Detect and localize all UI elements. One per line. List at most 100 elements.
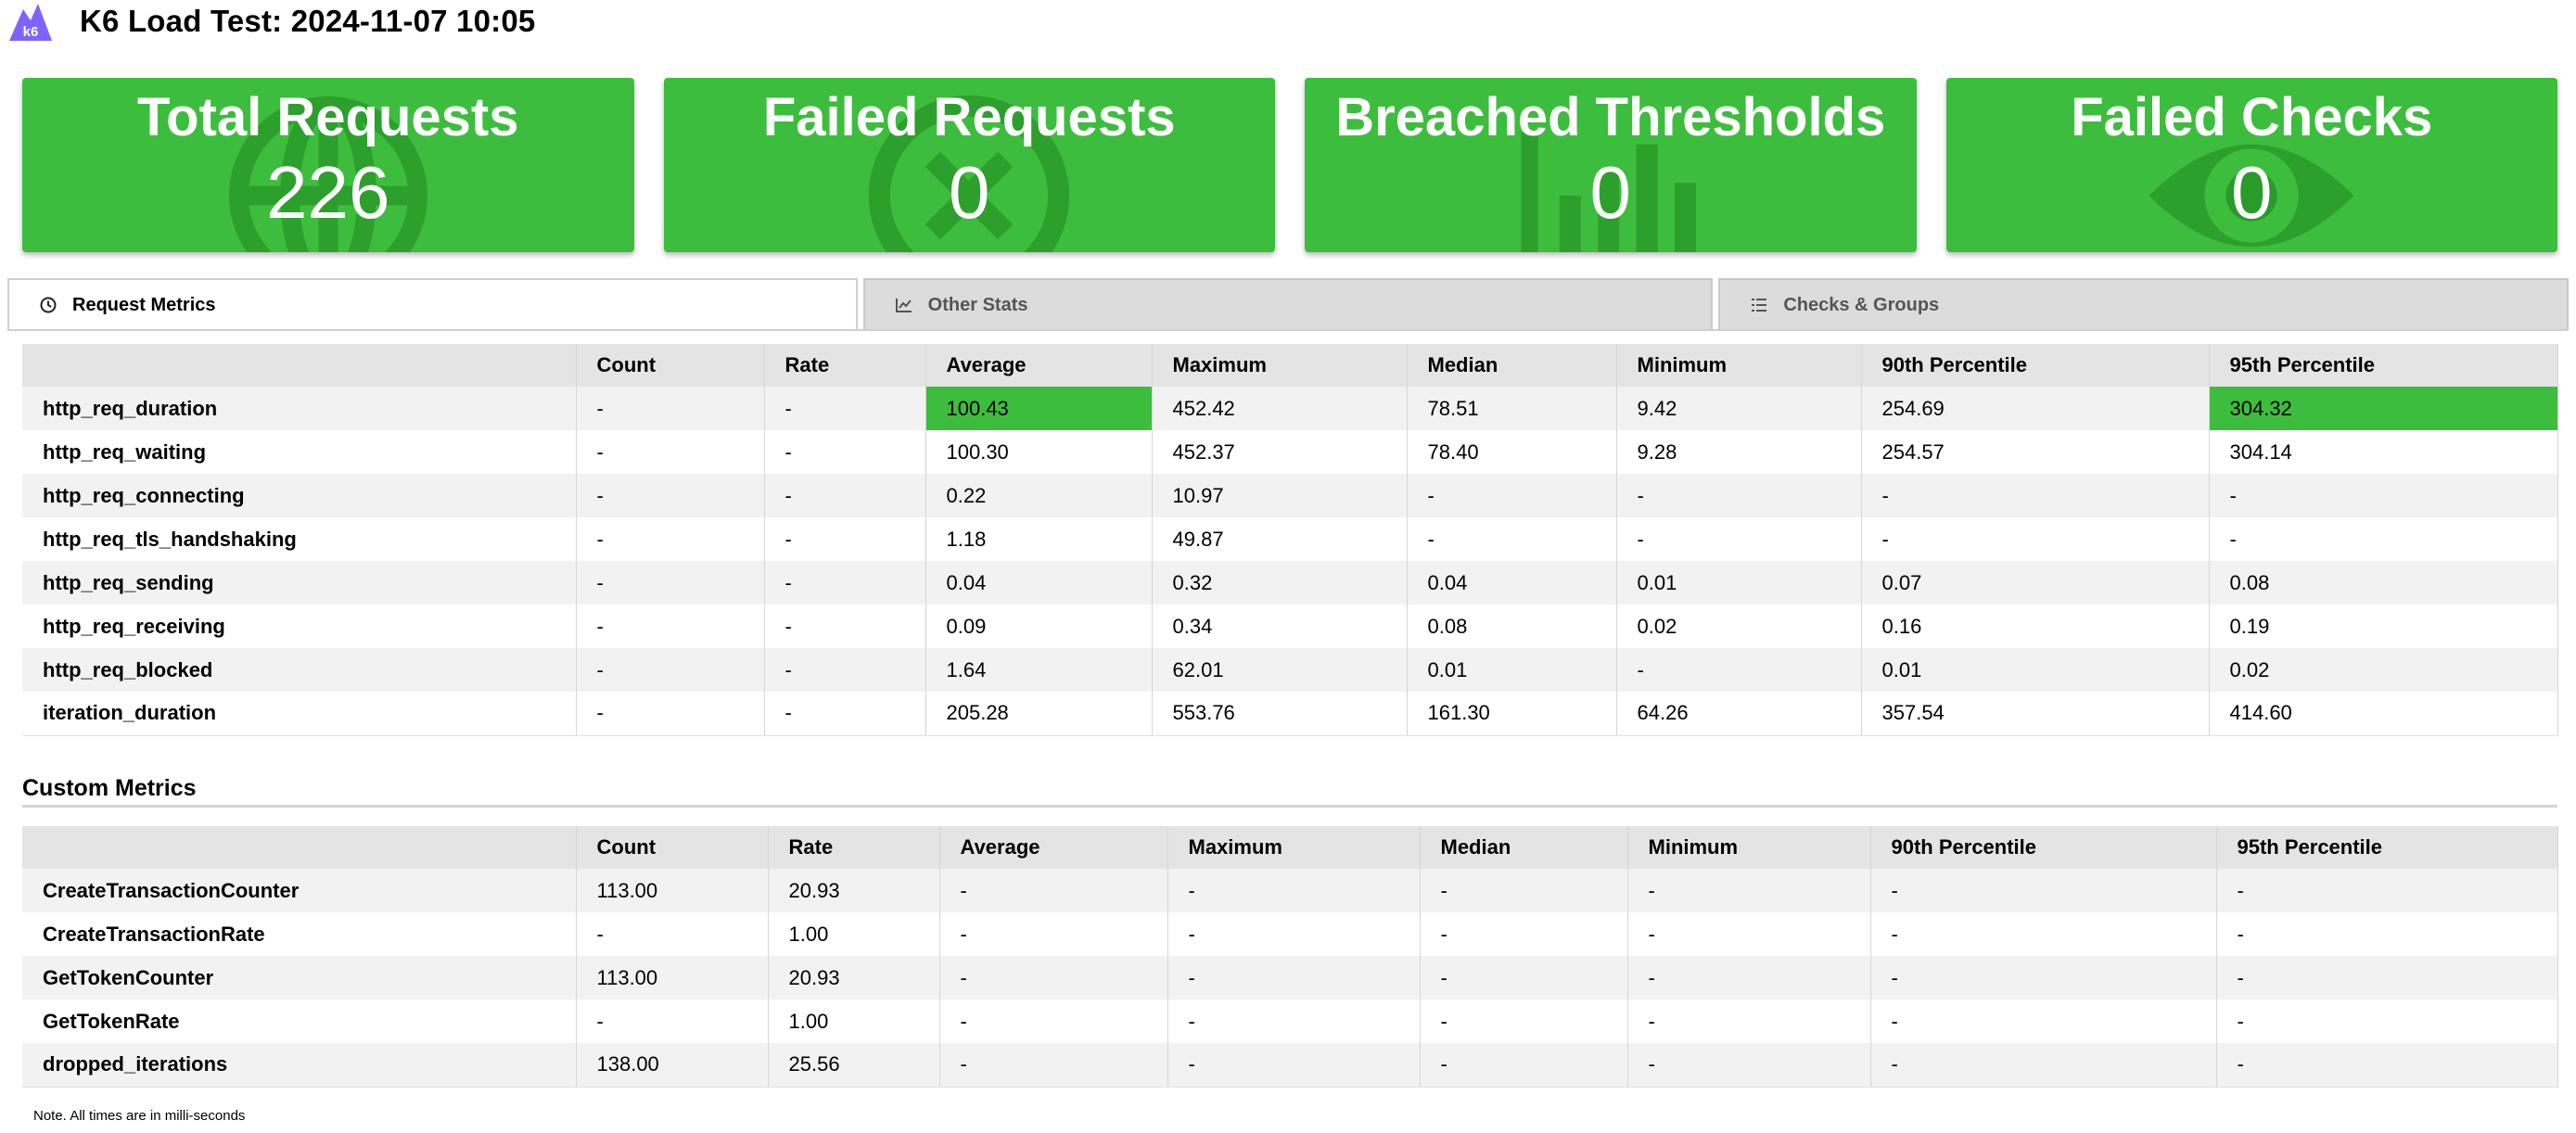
summary-cards: Total Requests 226 Failed Requests 0 Bre… — [22, 78, 2557, 252]
metric-value: - — [2209, 474, 2558, 517]
table-row: http_req_connecting - -0.22 10.97- - - - — [22, 474, 2558, 517]
metric-value: - — [576, 430, 765, 474]
metric-name: dropped_iterations — [22, 1043, 577, 1088]
column-header: Minimum — [1616, 344, 1862, 387]
tab-checks-groups[interactable]: Checks & Groups — [1718, 278, 2570, 330]
column-header: Median — [1407, 344, 1617, 387]
clock-icon — [40, 297, 57, 313]
metric-value: 1.18 — [925, 517, 1153, 561]
metric-value: 0.02 — [2209, 648, 2558, 692]
metric-value: 0.04 — [1407, 561, 1617, 605]
column-header: Average — [939, 826, 1168, 869]
tab-label: Request Metrics — [72, 294, 216, 315]
metric-name: http_req_waiting — [22, 430, 577, 474]
metric-value: - — [764, 474, 926, 517]
metric-value: - — [576, 517, 765, 561]
column-header: Median — [1420, 826, 1628, 869]
metric-value: 0.08 — [2209, 561, 2558, 605]
metric-value: - — [576, 999, 769, 1043]
metric-value: 0.16 — [1861, 605, 2210, 648]
metric-value: - — [2216, 956, 2558, 999]
list-icon — [1752, 299, 1767, 312]
metric-value: - — [1420, 956, 1628, 999]
metric-value: 254.57 — [1861, 430, 2210, 474]
metric-value: - — [1627, 999, 1871, 1043]
tab-other-stats[interactable]: Other Stats — [862, 278, 1714, 330]
card-label: Failed Requests — [762, 87, 1176, 147]
card-label: Total Requests — [137, 87, 519, 147]
table-row: http_req_blocked - -1.64 62.01 0.01-0.01 0.02 — [22, 648, 2558, 692]
card-total-requests: Total Requests 226 — [22, 78, 634, 252]
table-row: http_req_waiting - -100.30 452.37 78.40 9.28 2… — [22, 430, 2558, 474]
metric-value: 20.93 — [768, 869, 940, 912]
metric-value: - — [764, 692, 926, 736]
metric-value: - — [1407, 474, 1617, 517]
metric-value: - — [2216, 912, 2558, 956]
metric-value: 20.93 — [768, 956, 940, 999]
column-header: Count — [576, 344, 765, 387]
column-header: Rate — [768, 826, 940, 869]
metric-value: 138.00 — [576, 1043, 769, 1088]
card-value: 0 — [1589, 150, 1632, 234]
metric-value: - — [1420, 1043, 1628, 1088]
metric-value: 64.26 — [1616, 692, 1862, 736]
metric-value: 113.00 — [576, 956, 769, 999]
metric-name: http_req_duration — [22, 387, 577, 430]
metric-value: - — [939, 999, 1168, 1043]
metric-value: - — [1627, 1043, 1871, 1088]
metric-value: 452.37 — [1152, 430, 1408, 474]
section-divider — [22, 805, 2557, 808]
metric-value: - — [1167, 956, 1421, 999]
metric-value: 78.40 — [1407, 430, 1617, 474]
tab-request-metrics[interactable]: Request Metrics — [7, 278, 858, 330]
table-row: http_req_tls_handshaking - -1.18 49.87- - - - — [22, 517, 2558, 561]
metric-name: iteration_duration — [22, 692, 577, 736]
metric-value: - — [764, 648, 926, 692]
metric-value: 0.01 — [1407, 648, 1617, 692]
metric-value: 0.04 — [925, 561, 1153, 605]
metric-value: - — [576, 605, 765, 648]
metric-value: - — [2216, 999, 2558, 1043]
request-metrics-table: Count Rate Average Maximum Median Minimum 90th… — [22, 344, 2558, 736]
metric-value: - — [764, 430, 926, 474]
metric-value: - — [1407, 517, 1617, 561]
metric-value: 357.54 — [1861, 692, 2210, 736]
metric-value: - — [1870, 1043, 2217, 1088]
table-row: CreateTransactionRate -1.00- - - - - - — [22, 912, 2558, 956]
metric-value: 25.56 — [768, 1043, 940, 1088]
card-value: 0 — [949, 150, 990, 234]
metric-value: 0.01 — [1861, 648, 2210, 692]
metric-value: - — [1861, 474, 2210, 517]
column-header — [22, 826, 577, 869]
metric-value: 0.19 — [2209, 605, 2558, 648]
metric-value: - — [576, 561, 765, 605]
table-row: GetTokenCounter 113.00 20.93- - - - - - — [22, 956, 2558, 999]
metric-value: - — [1616, 648, 1862, 692]
metric-value: 0.09 — [925, 605, 1153, 648]
metric-value: - — [1870, 912, 2217, 956]
tab-label: Other Stats — [927, 294, 1028, 315]
metric-value: 0.01 — [1616, 561, 1862, 605]
metric-value: - — [1861, 517, 2210, 561]
metric-value: 0.34 — [1152, 605, 1408, 648]
metric-value: 254.69 — [1861, 387, 2210, 430]
metric-name: GetTokenRate — [22, 999, 577, 1043]
custom-metrics-title: Custom Metrics — [22, 775, 197, 801]
metric-value: 161.30 — [1407, 692, 1617, 736]
metric-value: - — [1627, 912, 1871, 956]
card-value: 226 — [266, 150, 390, 234]
card-label: Breached Thresholds — [1335, 87, 1886, 147]
column-header: Average — [925, 344, 1153, 387]
metric-value: 1.00 — [768, 912, 940, 956]
table-row: dropped_iterations 138.00 25.56- - - - - - — [22, 1043, 2558, 1088]
metric-value: 414.60 — [2209, 692, 2558, 736]
metric-value: - — [939, 869, 1168, 912]
column-header: 95th Percentile — [2216, 826, 2558, 869]
card-breached-thresholds: Breached Thresholds 0 — [1305, 78, 1917, 252]
metric-value: 49.87 — [1152, 517, 1408, 561]
metric-name: http_req_tls_handshaking — [22, 517, 577, 561]
metric-value: - — [939, 1043, 1168, 1088]
metric-value: 1.00 — [768, 999, 940, 1043]
table-row: iteration_duration - -205.28 553.76 161.30 64… — [22, 692, 2558, 736]
metric-value: - — [576, 912, 769, 956]
